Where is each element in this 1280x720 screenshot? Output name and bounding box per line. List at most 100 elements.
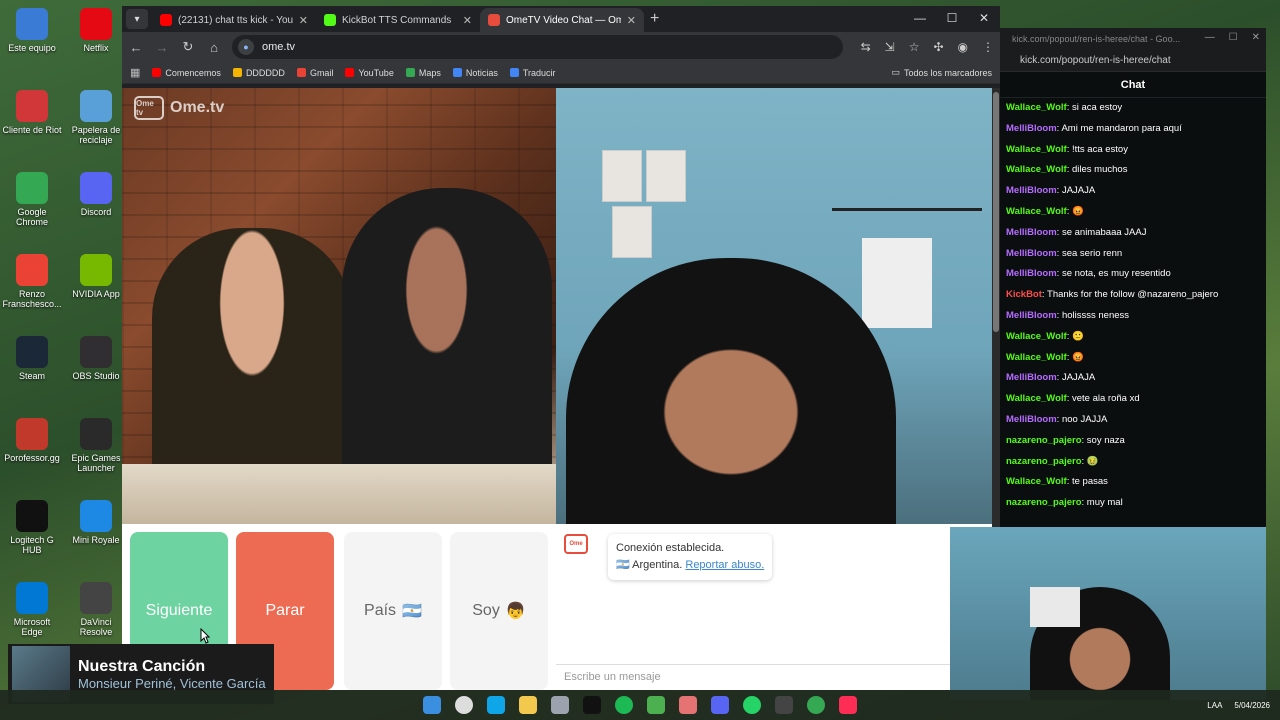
chat-username[interactable]: MelliBloom [1006,227,1057,238]
bookmark-item[interactable]: DDDDDD [232,68,285,78]
whatsapp-icon[interactable] [743,696,761,714]
kick-window-controls: — ☐ ✕ [1205,32,1260,43]
chat-username[interactable]: MelliBloom [1006,372,1057,383]
desktop-icon[interactable]: NVIDIA App [66,254,126,299]
close-tab-icon[interactable]: ✕ [463,14,472,27]
tab-youtube[interactable]: (22131) chat tts kick - YouTube ✕ [152,8,316,32]
tab-search-button[interactable]: ▾ [126,9,148,29]
chat-username[interactable]: nazareno_pajero [1006,435,1082,446]
desktop-icon[interactable]: Cliente de Riot [2,90,62,135]
tiktok-live-icon[interactable] [839,696,857,714]
desktop-icon[interactable]: DaVinci Resolve [66,582,126,637]
close-icon[interactable]: ✕ [1252,32,1260,43]
translate-icon[interactable]: ⇆ [861,40,871,54]
language-indicator[interactable]: LAA [1207,701,1222,710]
desktop-icon[interactable]: Discord [66,172,126,217]
maximize-icon[interactable]: ☐ [1229,32,1238,43]
desktop-icon[interactable]: Mini Royale [66,500,126,545]
chat-username[interactable]: Wallace_Wolf [1006,476,1067,487]
desktop-icon[interactable]: Netflix [66,8,126,53]
desktop-icon[interactable]: Papelera de reciclaje [66,90,126,145]
scroll-thumb[interactable] [993,92,999,332]
chat-username[interactable]: KickBot [1006,289,1042,300]
message-input[interactable]: Escribe un mensaje [556,664,992,690]
chat-username[interactable]: Wallace_Wolf [1006,144,1067,155]
close-icon[interactable]: ✕ [968,6,1000,30]
apps-icon[interactable]: ▦ [130,66,140,79]
bookmark-item[interactable]: Noticias [452,68,498,78]
search-icon[interactable] [455,696,473,714]
reload-icon[interactable]: ↻ [180,39,196,55]
tiktok-icon[interactable] [583,696,601,714]
minimize-icon[interactable]: — [904,6,936,30]
desktop-icon[interactable]: Renzo Franschesco... [2,254,62,309]
date-display[interactable]: 5/04/2026 [1234,701,1270,710]
tab-kickbot[interactable]: KickBot TTS Commands ✕ [316,8,480,32]
desktop-icon[interactable]: Logitech G HUB [2,500,62,555]
tab-ometv[interactable]: OmeTV Video Chat — Ome ✕ [480,8,644,32]
steam-icon[interactable] [775,696,793,714]
bookmark-item[interactable]: Maps [405,68,441,78]
desktop-icon[interactable]: Este equipo [2,8,62,53]
calculator-icon[interactable] [551,696,569,714]
app-icon[interactable] [679,696,697,714]
chat-username[interactable]: MelliBloom [1006,248,1057,259]
desktop-icon[interactable]: Microsoft Edge [2,582,62,637]
desktop-icon[interactable]: Steam [2,336,62,381]
install-icon[interactable]: ⇲ [885,40,895,54]
chat-username[interactable]: Wallace_Wolf [1006,331,1067,342]
address-bar[interactable]: ● ome.tv [232,35,843,59]
chat-username[interactable]: MelliBloom [1006,310,1057,321]
bookmark-item[interactable]: Comencemos [152,68,221,78]
chat-username[interactable]: MelliBloom [1006,185,1057,196]
all-bookmarks-label: Todos los marcadores [903,67,992,78]
chat-username[interactable]: MelliBloom [1006,268,1057,279]
chrome-icon[interactable] [807,696,825,714]
bookmark-item[interactable]: Gmail [296,67,334,78]
bookmark-label: Gmail [309,67,334,78]
desktop-icon[interactable]: OBS Studio [66,336,126,381]
bookmark-icon [232,68,242,77]
chat-username[interactable]: nazareno_pajero [1006,497,1082,508]
site-info-icon[interactable]: ● [238,39,254,55]
desktop-icon[interactable]: Porofessor.gg [2,418,62,463]
report-abuse-link[interactable]: Reportar abuso. [685,559,764,571]
forward-icon[interactable]: → [154,40,170,55]
chat-username[interactable]: MelliBloom [1006,123,1057,134]
start-icon[interactable] [423,696,441,714]
desktop-icon-label: Discord [80,207,112,217]
explorer-icon[interactable] [519,696,537,714]
star-icon[interactable]: ☆ [909,40,920,54]
spotify-icon[interactable] [615,696,633,714]
discord-icon[interactable] [711,696,729,714]
new-tab-button[interactable]: + [650,10,659,28]
chat-username[interactable]: Wallace_Wolf [1006,102,1067,113]
hanging-clothes [862,238,932,328]
bookmark-item[interactable]: Traducir [509,68,556,78]
menu-icon[interactable]: ⋮ [982,40,994,54]
close-tab-icon[interactable]: ✕ [627,14,636,27]
back-icon[interactable]: ← [128,40,144,55]
country-button[interactable]: País 🇦🇷 [344,532,442,690]
chat-username[interactable]: nazareno_pajero [1006,456,1082,467]
chat-username[interactable]: Wallace_Wolf [1006,164,1067,175]
gender-button[interactable]: Soy 👦 [450,532,548,690]
minecraft-icon[interactable] [647,696,665,714]
bookmark-item[interactable]: YouTube [345,68,394,78]
edge-icon[interactable] [487,696,505,714]
chat-username[interactable]: MelliBloom [1006,414,1057,425]
extensions-icon[interactable]: ✣ [933,40,943,54]
chat-username[interactable]: Wallace_Wolf [1006,393,1067,404]
close-tab-icon[interactable]: ✕ [299,14,308,27]
profile-icon[interactable]: ◉ [958,40,968,54]
desktop-icon[interactable]: Google Chrome [2,172,62,227]
maximize-icon[interactable]: ☐ [936,6,968,30]
all-bookmarks[interactable]: ▭ Todos los marcadores [891,67,992,78]
chat-text: !tts aca estoy [1072,143,1128,155]
chat-username[interactable]: Wallace_Wolf [1006,206,1067,217]
chat-text: soy naza [1086,434,1125,446]
minimize-icon[interactable]: — [1205,32,1215,43]
desktop-icon[interactable]: Epic Games Launcher [66,418,126,473]
chat-username[interactable]: Wallace_Wolf [1006,352,1067,363]
home-icon[interactable]: ⌂ [206,40,222,55]
